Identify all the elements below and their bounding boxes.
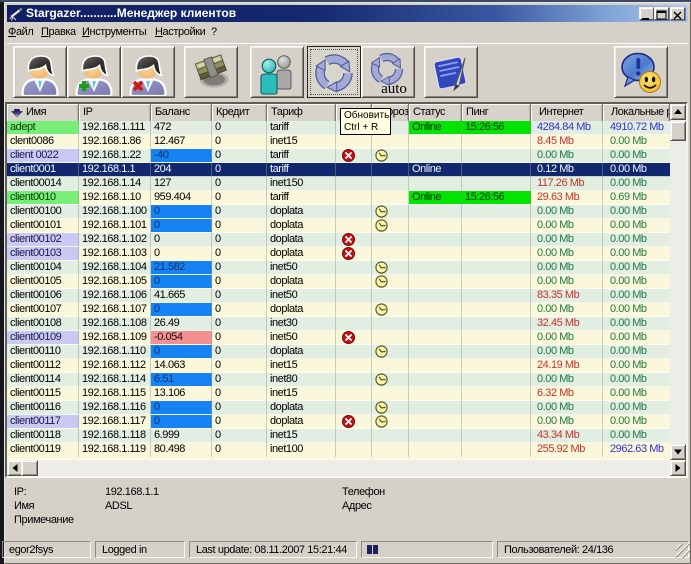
svg-text:auto: auto bbox=[381, 81, 407, 96]
